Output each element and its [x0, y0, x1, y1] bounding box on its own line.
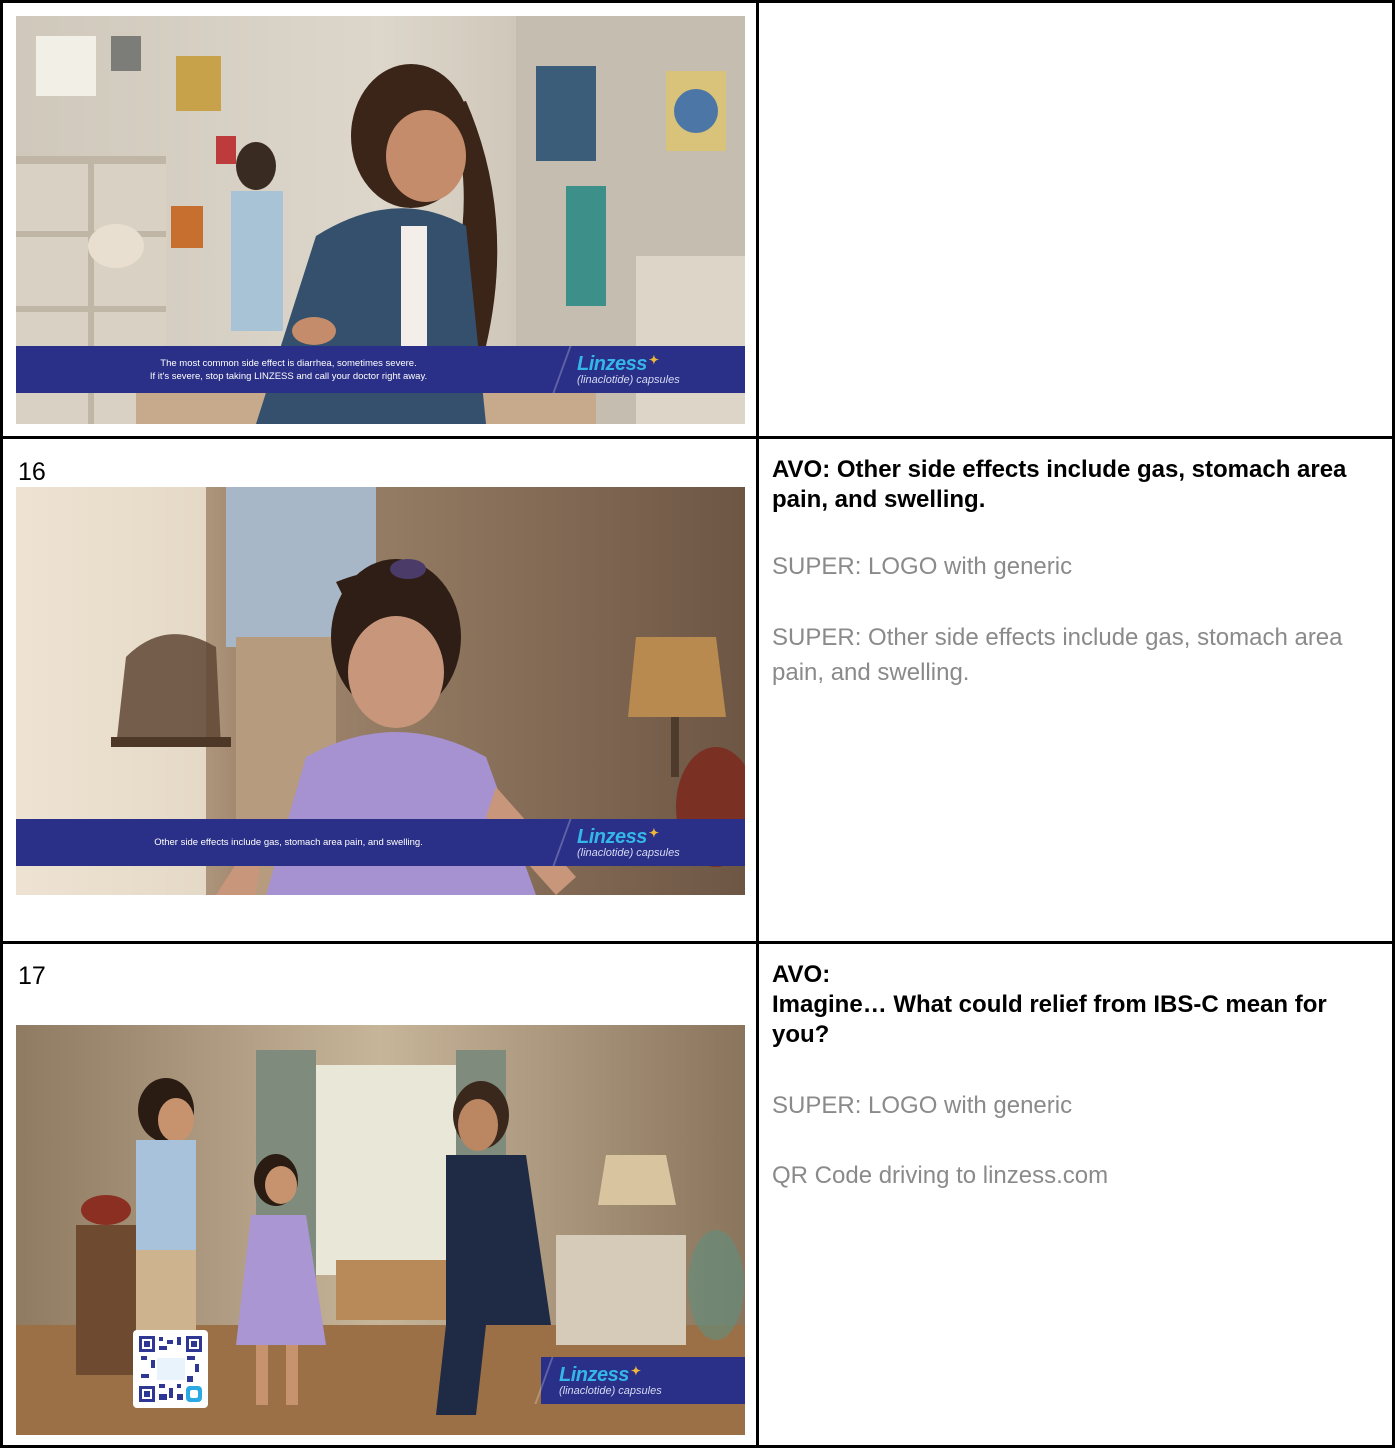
shot-number: 16: [18, 458, 46, 486]
table-border-top: [0, 0, 1395, 3]
logo-brand: Linzess: [577, 352, 647, 375]
linzess-logo: Linzess ✦ (linaclotide) capsules: [559, 1365, 662, 1397]
logo-generic: (linaclotide) capsules: [577, 846, 680, 859]
logo-flare-icon: ✦: [648, 352, 659, 367]
video-frame-family-dancing: Linzess ✦ (linaclotide) capsules: [16, 1025, 745, 1435]
storyboard-table: The most common side effect is diarrhea,…: [0, 0, 1395, 1448]
column-divider: [756, 0, 759, 1448]
super-note: QR Code driving to linzess.com: [772, 1162, 1109, 1189]
logo-brand: Linzess: [559, 1363, 629, 1386]
super-band: The most common side effect is diarrhea,…: [16, 346, 745, 393]
logo-flare-icon: ✦: [630, 1363, 641, 1378]
shot-number: 17: [18, 962, 46, 990]
logo-generic: (linaclotide) capsules: [577, 373, 680, 386]
super-band: Other side effects include gas, stomach …: [16, 819, 745, 866]
qr-code-icon: [137, 1334, 204, 1404]
avo-script: Imagine… What could relief from IBS-C me…: [772, 991, 1327, 1048]
qr-code[interactable]: [133, 1330, 208, 1408]
super-text-line: Other side effects include gas, stomach …: [154, 837, 423, 848]
super-note: SUPER: Other side effects include gas, s…: [772, 624, 1343, 686]
logo-flare-icon: ✦: [648, 825, 659, 840]
linzess-logo: Linzess ✦ (linaclotide) capsules: [577, 827, 680, 859]
video-frame-girl-dancing: Other side effects include gas, stomach …: [16, 487, 745, 895]
row-divider: [0, 941, 1395, 944]
super-text-line: The most common side effect is diarrhea,…: [160, 357, 417, 369]
logo-generic: (linaclotide) capsules: [559, 1384, 662, 1397]
avo-script: AVO: Other side effects include gas, sto…: [772, 456, 1347, 513]
linzess-logo: Linzess ✦ (linaclotide) capsules: [577, 354, 680, 386]
super-note: SUPER: LOGO with generic: [772, 553, 1073, 580]
super-band-text: Other side effects include gas, stomach …: [16, 836, 561, 849]
super-text-line: If it's severe, stop taking LINZESS and …: [149, 370, 428, 382]
avo-label: AVO:: [772, 961, 831, 988]
logo-brand: Linzess: [577, 825, 647, 848]
super-band-text: The most common side effect is diarrhea,…: [16, 357, 561, 383]
super-note: SUPER: LOGO with generic: [772, 1092, 1073, 1119]
video-frame-girl-opening-box: The most common side effect is diarrhea,…: [16, 16, 745, 424]
row-divider: [0, 436, 1395, 439]
table-border-left: [0, 0, 3, 1448]
logo-band: Linzess ✦ (linaclotide) capsules: [534, 1357, 745, 1404]
